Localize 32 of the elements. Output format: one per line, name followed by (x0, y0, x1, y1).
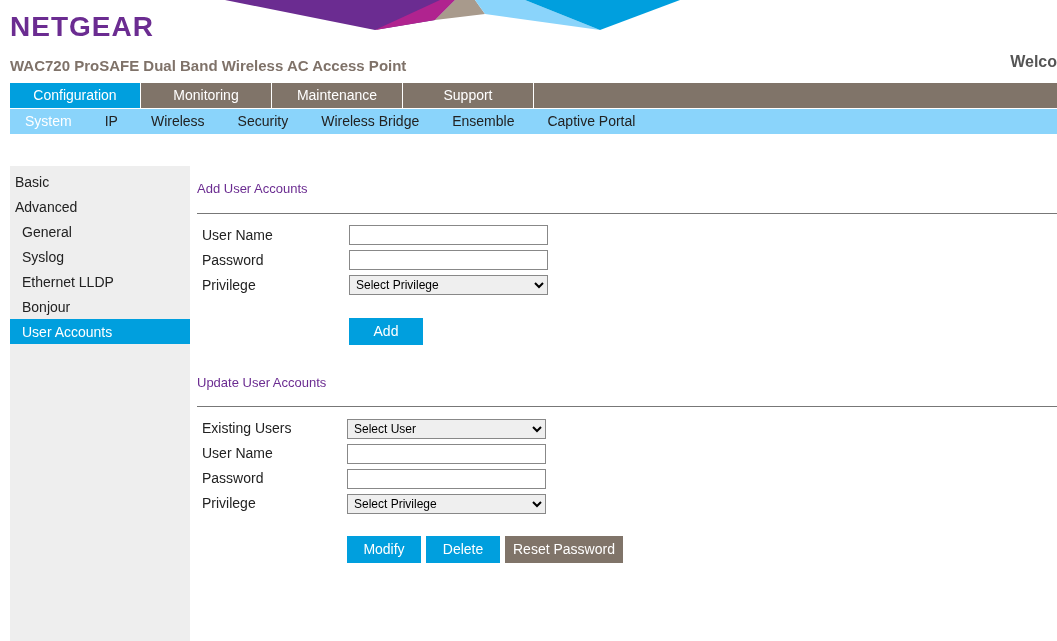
section-title: Add User Accounts (197, 180, 309, 198)
logo: NETGEAR (10, 10, 154, 44)
password-field[interactable] (347, 468, 546, 489)
sidebar-item[interactable]: Advanced (10, 194, 190, 219)
sub-tab[interactable]: Captive Portal (547, 111, 653, 132)
action-button[interactable]: Reset Password (505, 536, 623, 563)
field-label: Password (202, 469, 265, 488)
select-field[interactable]: Select Privilege (349, 275, 548, 295)
sidebar-item[interactable]: General (10, 219, 190, 244)
sidebar-item[interactable]: Bonjour (10, 294, 190, 319)
sidebar-item[interactable]: Ethernet LLDP (10, 269, 190, 294)
password-field[interactable] (349, 250, 548, 270)
field-label: Password (202, 250, 265, 270)
sub-tab[interactable]: Ensemble (452, 111, 532, 132)
sidebar-item[interactable]: Syslog (10, 244, 190, 269)
welcome-text: Welco (1010, 52, 1057, 72)
section-title: Update User Accounts (197, 373, 328, 392)
input-field[interactable] (349, 225, 548, 245)
sub-tab[interactable]: Security (237, 111, 306, 132)
input-field[interactable] (347, 443, 546, 464)
field-label: Existing Users (202, 419, 293, 438)
field-label: User Name (202, 444, 274, 463)
field-label: User Name (202, 225, 274, 245)
sub-tab[interactable]: Wireless Bridge (321, 111, 437, 132)
select-field[interactable]: Select Privilege (347, 493, 546, 514)
sub-tab[interactable]: Wireless (150, 111, 222, 132)
sidebar-item[interactable]: Basic (10, 169, 190, 194)
field-label: Privilege (202, 494, 257, 513)
product-title: WAC720 ProSAFE Dual Band Wireless AC Access Point (10, 56, 407, 76)
field-label: Privilege (202, 275, 257, 295)
select-field[interactable]: Select User (347, 418, 546, 439)
sub-tab[interactable]: IP (104, 111, 135, 132)
